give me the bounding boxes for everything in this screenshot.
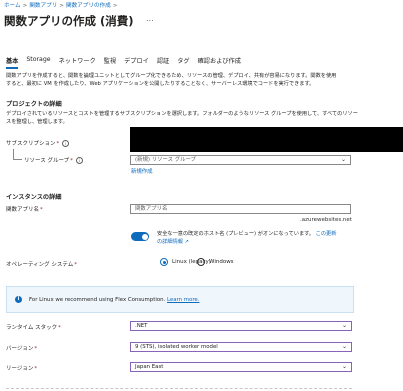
- page-title: 関数アプリの作成 (消費): [4, 14, 134, 28]
- subscription-label: サブスクリプション* i: [6, 139, 70, 147]
- tab-deployment[interactable]: デプロイ: [124, 56, 149, 69]
- tab-storage[interactable]: Storage: [26, 56, 50, 69]
- runtime-stack-label: ランタイム スタック*: [6, 325, 61, 331]
- toggle-knob: [141, 233, 148, 240]
- runtime-stack-select[interactable]: .NET ⌄: [130, 321, 352, 331]
- radio-windows[interactable]: [197, 258, 205, 266]
- chevron-down-icon: ⌄: [340, 156, 346, 163]
- breadcrumb-function-apps[interactable]: 関数アプリ: [29, 3, 57, 9]
- chevron-right-icon: >: [112, 3, 118, 9]
- required-mark: *: [58, 325, 61, 331]
- cutoff-divider: [6, 388, 352, 389]
- info-icon[interactable]: i: [75, 157, 83, 164]
- chevron-down-icon: ⌄: [341, 322, 347, 329]
- tree-connector: [13, 149, 22, 160]
- region-label: リージョン*: [6, 366, 38, 372]
- more-options-icon[interactable]: ...: [146, 14, 154, 23]
- intro-line: すると、最初に VM を作成したり、Web アプリケーションを公開したりすること…: [6, 80, 315, 87]
- radio-windows-label[interactable]: Windows: [209, 259, 234, 265]
- resource-group-label: リソース グループ* i: [24, 156, 83, 164]
- required-mark: *: [56, 141, 60, 147]
- version-label: バージョン*: [6, 346, 38, 352]
- tab-tags[interactable]: タグ: [177, 56, 189, 69]
- required-mark: *: [34, 366, 38, 372]
- required-mark: *: [74, 262, 78, 268]
- intro-text: 関数アプリを作成すると、関数を論理ユニットとしてグループ化できるため、リソースの…: [6, 73, 398, 88]
- external-link-icon[interactable]: ↗: [183, 239, 189, 245]
- tab-review-create[interactable]: 確認および作成: [198, 56, 241, 69]
- tab-basics[interactable]: 基本: [6, 56, 19, 69]
- secure-hostname-text: 安全な一意の既定のホスト名 (プレビュー) がオンになっています。 この更新 の…: [157, 231, 337, 245]
- breadcrumb-create[interactable]: 関数アプリの作成: [66, 3, 111, 9]
- banner-learn-more-link[interactable]: Learn more.: [167, 297, 199, 303]
- breadcrumb-home[interactable]: ホーム: [4, 3, 21, 9]
- region-select[interactable]: Japan East ⌄: [130, 362, 352, 372]
- secure-hostname-toggle[interactable]: [131, 232, 149, 241]
- instance-details-heading: インスタンスの詳細: [6, 194, 62, 201]
- tab-networking[interactable]: ネットワーク: [59, 56, 96, 69]
- function-app-name-label: 関数アプリ名*: [6, 207, 43, 213]
- create-new-link[interactable]: 新規作成: [131, 167, 153, 175]
- radio-dot: [162, 260, 166, 264]
- learn-more-link-cont[interactable]: の詳細情報: [157, 239, 183, 245]
- info-icon: i: [15, 296, 22, 303]
- chevron-down-icon: ⌄: [341, 343, 347, 350]
- tab-authentication[interactable]: 認証: [157, 56, 169, 69]
- project-details-heading: プロジェクトの詳細: [6, 101, 62, 108]
- project-details-desc: デプロイされているリソースとコストを管理するサブスクリプションを選択します。フォ…: [6, 111, 398, 126]
- learn-more-link[interactable]: この更新: [316, 231, 337, 237]
- radio-linux[interactable]: [160, 258, 168, 266]
- subscription-select-redacted[interactable]: [130, 127, 403, 152]
- info-icon[interactable]: i: [62, 140, 70, 147]
- required-mark: *: [70, 158, 73, 164]
- function-app-name-input[interactable]: 関数アプリ名: [130, 204, 351, 214]
- tab-monitoring[interactable]: 監視: [104, 56, 116, 69]
- intro-line: 関数アプリを作成すると、関数を論理ユニットとしてグループ化できるため、リソースの…: [6, 73, 337, 79]
- required-mark: *: [40, 207, 43, 213]
- required-mark: *: [34, 346, 38, 352]
- chevron-right-icon: >: [22, 3, 28, 9]
- info-banner: i For Linux we recommend using Flex Cons…: [6, 286, 354, 313]
- version-select[interactable]: 9 (STS), isolated worker model ⌄: [130, 342, 352, 352]
- resource-group-select[interactable]: (新規) リソース グループ ⌄: [130, 155, 351, 165]
- domain-suffix: .azurewebsites.net: [300, 217, 352, 223]
- breadcrumb: ホーム > 関数アプリ > 関数アプリの作成 >: [4, 1, 119, 9]
- chevron-right-icon: >: [59, 3, 64, 9]
- banner-text: For Linux we recommend using Flex Consum…: [29, 297, 200, 303]
- radio-linux-label[interactable]: Linux (legacy): [172, 259, 211, 265]
- os-label: オペレーティング システム*: [6, 262, 78, 268]
- desc-line: デプロイされているリソースとコストを管理するサブスクリプションを選択します。フォ…: [6, 111, 358, 117]
- tab-bar: 基本 Storage ネットワーク 監視 デプロイ 認証 タグ 確認および作成: [6, 56, 249, 69]
- chevron-down-icon: ⌄: [341, 363, 347, 370]
- desc-line: スを整理し、管理します。: [6, 118, 68, 125]
